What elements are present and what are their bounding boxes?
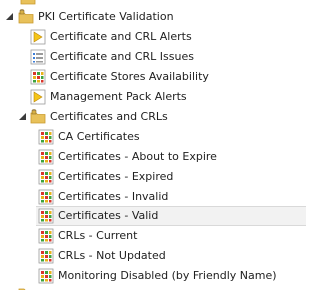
tree-item-certificates-valid[interactable]: Certificates - Valid [0,206,306,226]
tree-item-label: PKI Certificate Validation [38,10,174,23]
locked-folder-icon [18,9,34,24]
tree-item-label: CRLs - Current [58,229,138,242]
tree-item-label: Certificates and CRLs [50,110,168,123]
tree-item-label: Certificates - About to Expire [58,150,217,163]
tree-item-certificates-expired[interactable]: Certificates - Expired [0,167,306,187]
tree-item-management-pack-alerts[interactable]: Management Pack Alerts [0,87,306,107]
tree-item-certificate-crl-alerts[interactable]: Certificate and CRL Alerts [0,27,306,47]
tree-item-monitoring-disabled[interactable]: Monitoring Disabled (by Friendly Name) [0,266,306,286]
tree-item-label: Certificates - Valid [58,209,159,222]
tree-item-label: Certificates - Invalid [58,190,169,203]
tree-item-label: Certificate Stores Availability [50,70,209,83]
tree-item-crls-not-updated[interactable]: CRLs - Not Updated [0,246,306,266]
tree-item-ca-certificates[interactable]: CA Certificates [0,127,306,147]
tree-item-label: Monitoring Disabled (by Friendly Name) [58,269,277,282]
state-view-icon [30,49,46,65]
state-grid-icon [38,189,54,205]
tree-item-partial-bottom[interactable] [0,284,306,290]
state-grid-icon [38,129,54,145]
tree-item-certificates-about-to-expire[interactable]: Certificates - About to Expire [0,147,306,167]
state-grid-icon [38,149,54,165]
folder-icon [18,288,26,290]
tree-item-label: CRLs - Not Updated [58,249,166,262]
state-grid-icon [38,228,54,244]
state-grid-icon [38,248,54,264]
alert-view-icon [30,29,46,45]
collapse-triangle-icon[interactable] [18,112,27,121]
state-grid-icon [38,268,54,284]
tree-item-label: Certificate and CRL Alerts [50,30,192,43]
tree-item-certificates-invalid[interactable]: Certificates - Invalid [0,187,306,207]
tree-item-crls-current[interactable]: CRLs - Current [0,226,306,246]
tree-item-label: Certificate and CRL Issues [50,50,194,63]
monitoring-tree: PKI Certificate Validation Certificate a… [0,0,306,290]
collapse-triangle-icon[interactable] [5,12,14,21]
alert-view-icon [30,89,46,105]
tree-item-certificate-crl-issues[interactable]: Certificate and CRL Issues [0,47,306,67]
folder-icon [20,0,36,5]
tree-item-label: CA Certificates [58,130,140,143]
tree-item-certificate-stores-availability[interactable]: Certificate Stores Availability [0,67,306,87]
tree-item-certificates-and-crls[interactable]: Certificates and CRLs [0,107,306,127]
tree-item-pki-certificate-validation[interactable]: PKI Certificate Validation [0,7,306,27]
tree-item-label: Certificates - Expired [58,170,174,183]
state-grid-icon [38,208,54,224]
locked-folder-icon [30,109,46,124]
state-grid-icon [38,169,54,185]
health-grid-icon [30,69,46,85]
tree-item-label: Management Pack Alerts [50,90,187,103]
